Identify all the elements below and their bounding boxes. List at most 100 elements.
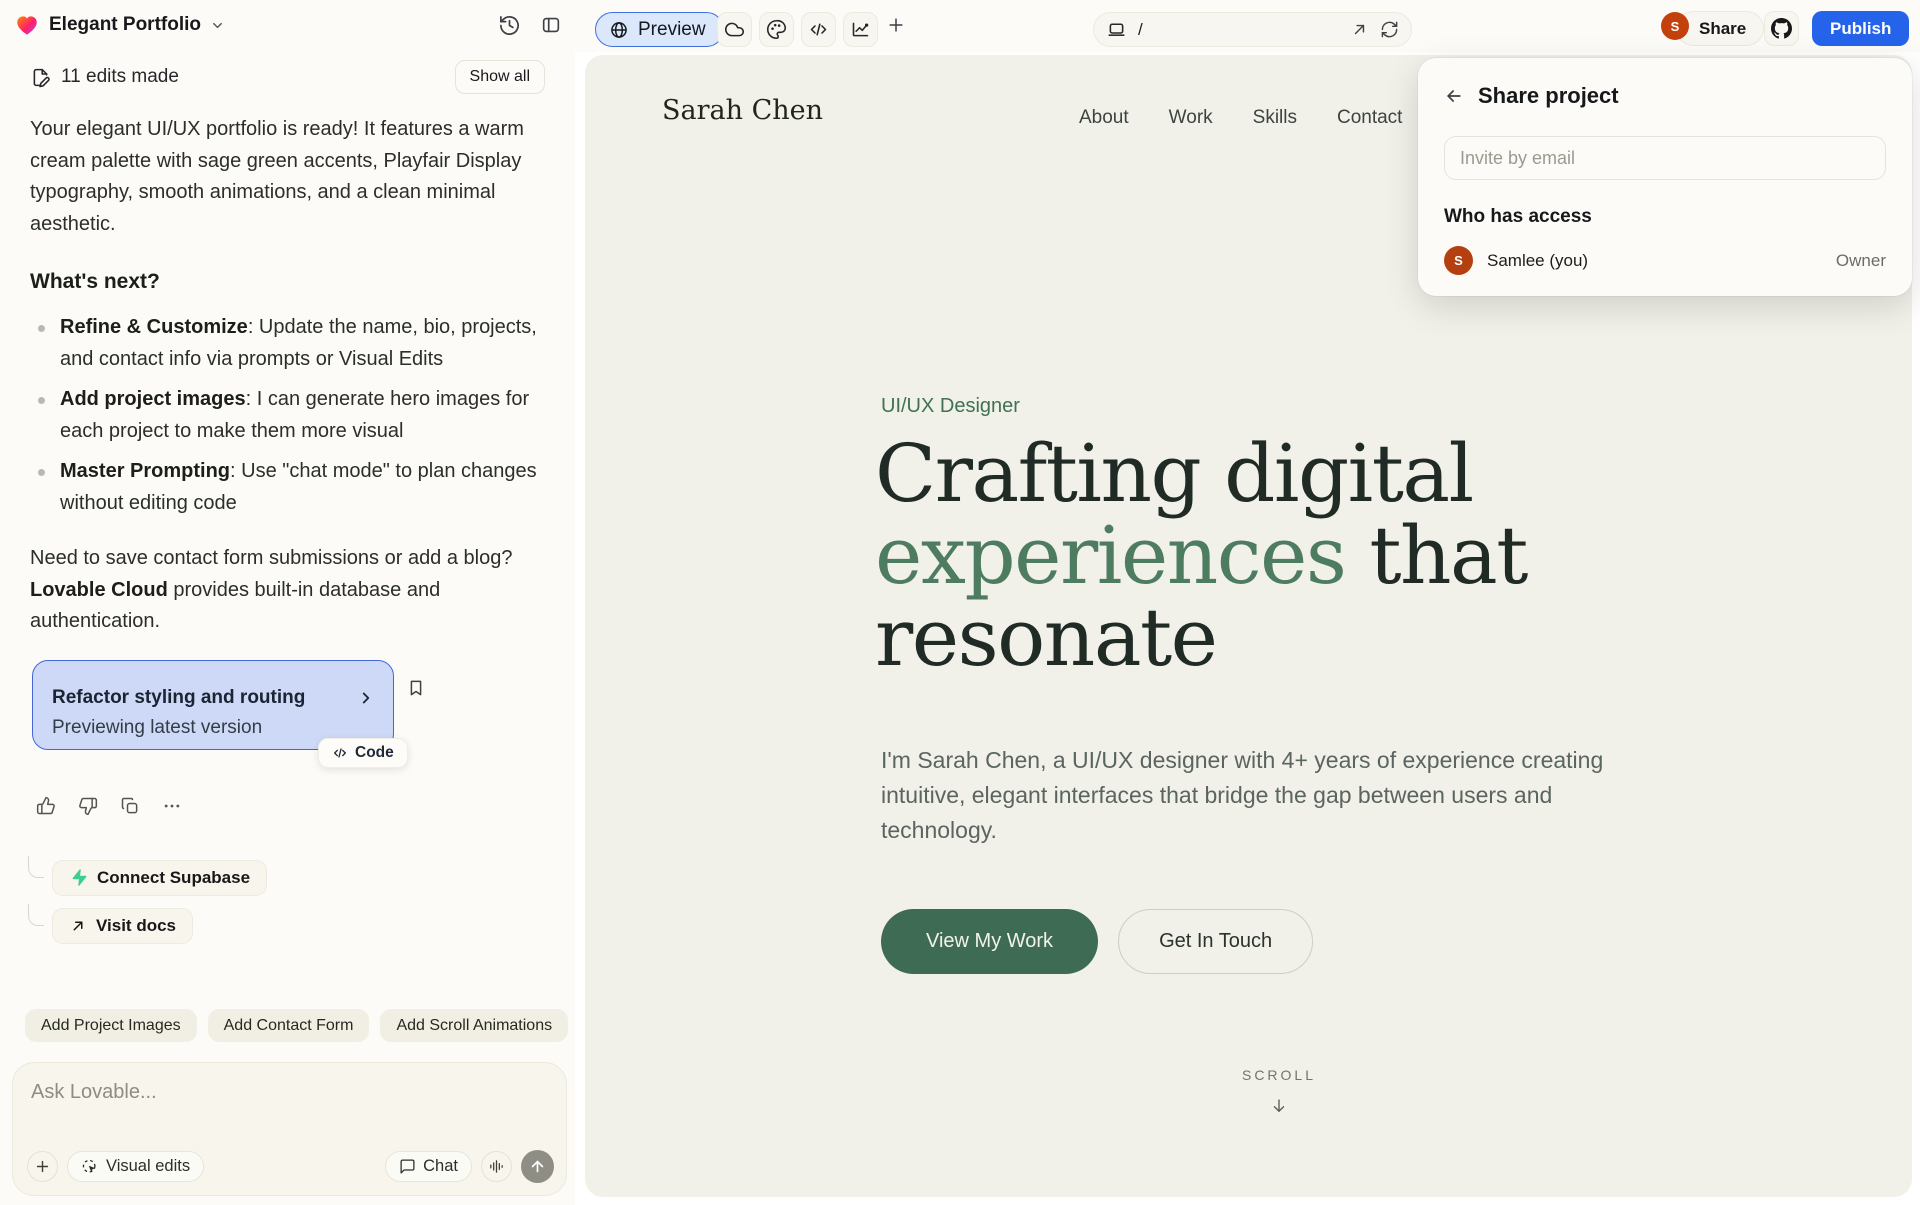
visit-docs-button[interactable]: Visit docs: [52, 907, 193, 944]
site-logo[interactable]: Sarah Chen: [662, 95, 823, 126]
arrow-up-icon: [531, 1160, 544, 1173]
globe-icon: [611, 21, 627, 38]
waveform-icon: [490, 1160, 503, 1173]
suggestion-chips: Add Project Images Add Contact Form Add …: [25, 1009, 575, 1042]
project-menu[interactable]: Elegant Portfolio: [14, 12, 225, 38]
lovable-logo-icon: [14, 12, 40, 38]
visual-edits-button[interactable]: Visual edits: [67, 1151, 205, 1182]
member-role: Owner: [1835, 250, 1886, 270]
url-path: /: [1138, 19, 1143, 39]
back-button[interactable]: [1444, 86, 1464, 106]
add-tab-button[interactable]: [886, 15, 906, 35]
plus-icon: [889, 18, 903, 32]
assistant-intro: Your elegant UI/UX portfolio is ready! I…: [30, 118, 524, 235]
chip-add-scroll-animations[interactable]: Add Scroll Animations: [380, 1009, 569, 1042]
scroll-indicator: SCROLL: [1213, 1067, 1345, 1117]
list-item: Master Prompting: Use "chat mode" to pla…: [30, 456, 549, 519]
preview-label: Preview: [638, 18, 706, 40]
more-options-button[interactable]: [162, 796, 182, 816]
show-all-button[interactable]: Show all: [454, 60, 545, 94]
history-button[interactable]: [498, 14, 521, 37]
user-avatar[interactable]: S: [1661, 12, 1689, 40]
get-in-touch-button[interactable]: Get In Touch: [1118, 909, 1314, 974]
open-in-new-tab-button[interactable]: [1350, 20, 1369, 39]
line-chart-icon: [852, 22, 869, 37]
list-item: Add project images: I can generate hero …: [30, 384, 549, 447]
analytics-button[interactable]: [843, 12, 878, 47]
theme-palette-button[interactable]: [759, 12, 794, 47]
next-steps-list: Refine & Customize: Update the name, bio…: [30, 312, 549, 519]
add-attachment-button[interactable]: [27, 1151, 58, 1182]
nav-skills[interactable]: Skills: [1253, 107, 1297, 129]
chevron-down-icon: [210, 18, 225, 33]
chip-add-project-images[interactable]: Add Project Images: [25, 1009, 197, 1042]
hero-heading: Crafting digital experiences that resona…: [875, 427, 1528, 684]
arrow-left-icon: [1447, 90, 1461, 102]
hero-bio: I'm Sarah Chen, a UI/UX designer with 4+…: [881, 747, 1604, 843]
view-my-work-button[interactable]: View My Work: [881, 909, 1099, 974]
connect-supabase-row: Connect Supabase: [28, 855, 575, 896]
edits-count: 11 edits made: [61, 66, 179, 87]
member-row: S Samlee (you) Owner: [1444, 246, 1886, 275]
thumbs-down-icon: [79, 797, 98, 815]
thumbs-down-button[interactable]: [78, 796, 98, 816]
tree-connector: [28, 855, 44, 878]
preview-toggle[interactable]: Preview: [595, 12, 724, 47]
github-button[interactable]: [1764, 11, 1799, 46]
popover-header: Share project: [1418, 58, 1912, 109]
copy-button[interactable]: [120, 796, 140, 816]
supabase-icon: [72, 869, 87, 886]
list-item: Refine & Customize: Update the name, bio…: [30, 312, 549, 375]
thumbs-up-button[interactable]: [36, 796, 56, 816]
top-toolbar: Elegant Portfolio Preview / S Share Publ…: [0, 0, 1920, 52]
member-avatar: S: [1444, 246, 1473, 275]
cloud-note: Need to save contact form submissions or…: [30, 547, 513, 632]
chat-bubble-icon: [400, 1159, 415, 1174]
ask-lovable-input[interactable]: [31, 1081, 526, 1104]
chip-add-contact-form[interactable]: Add Contact Form: [207, 1009, 370, 1042]
connect-supabase-button[interactable]: Connect Supabase: [52, 859, 268, 896]
scroll-label: SCROLL: [1241, 1067, 1317, 1083]
popover-title: Share project: [1478, 83, 1619, 108]
chat-input-card: Visual edits Chat: [12, 1062, 567, 1196]
ellipsis-icon: [164, 804, 180, 807]
code-view-button[interactable]: [801, 12, 836, 47]
cloud-button[interactable]: [717, 12, 752, 47]
nav-contact[interactable]: Contact: [1337, 107, 1402, 129]
external-link-icon: [1354, 24, 1365, 35]
refresh-button[interactable]: [1380, 20, 1399, 39]
bookmark-icon: [410, 680, 422, 695]
chat-mode-button[interactable]: Chat: [385, 1151, 472, 1182]
refresh-icon: [1381, 21, 1398, 38]
file-pen-icon: [33, 68, 50, 87]
version-status: Previewing latest version: [52, 716, 263, 738]
whats-next-heading: What's next?: [30, 270, 160, 293]
nav-work[interactable]: Work: [1169, 107, 1213, 129]
version-title: Refactor styling and routing: [52, 686, 306, 708]
chat-input-toolbar: Visual edits Chat: [27, 1150, 554, 1183]
panel-icon: [542, 17, 560, 33]
device-laptop-icon: [1108, 23, 1125, 36]
visit-docs-row: Visit docs: [28, 903, 575, 944]
publish-button[interactable]: Publish: [1812, 11, 1910, 46]
plus-icon: [36, 1160, 49, 1173]
project-name: Elegant Portfolio: [49, 14, 201, 35]
chevron-right-icon: [362, 692, 370, 703]
share-project-popover: Share project Who has access S Samlee (y…: [1418, 58, 1912, 296]
send-button[interactable]: [521, 1150, 554, 1183]
code-icon: [810, 23, 827, 36]
edits-summary-row: 11 edits made Show all: [30, 60, 545, 94]
invite-email-input[interactable]: [1444, 136, 1886, 180]
bookmark-button[interactable]: [406, 678, 426, 698]
code-chip-button[interactable]: Code: [318, 737, 408, 768]
version-card-area: Refactor styling and routing Previewing …: [32, 659, 422, 768]
hero-eyebrow: UI/UX Designer: [881, 395, 1020, 417]
voice-input-button[interactable]: [481, 1151, 512, 1182]
history-icon: [500, 16, 519, 35]
preview-url-bar[interactable]: /: [1093, 12, 1412, 47]
share-button[interactable]: Share: [1676, 11, 1765, 46]
version-card[interactable]: Refactor styling and routing Previewing …: [32, 659, 394, 750]
nav-about[interactable]: About: [1079, 107, 1129, 129]
cloud-icon: [724, 22, 745, 37]
panel-toggle-button[interactable]: [540, 14, 562, 36]
